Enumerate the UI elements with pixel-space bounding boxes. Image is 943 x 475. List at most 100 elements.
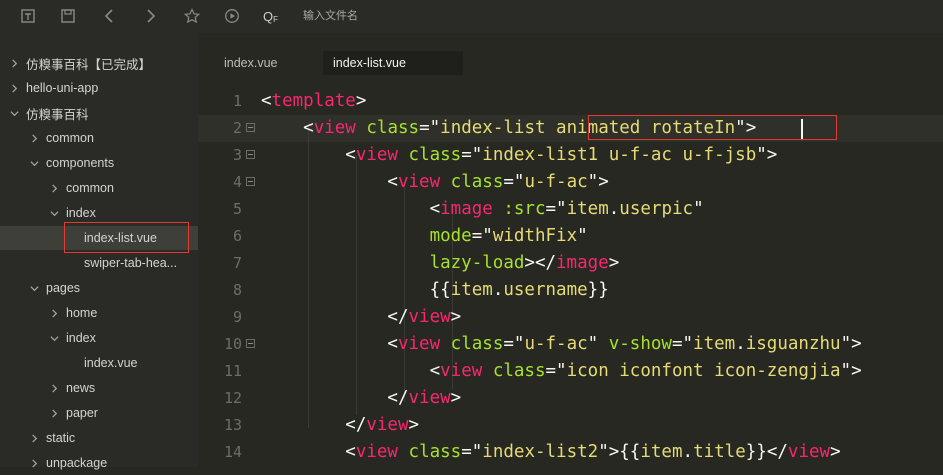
- sidebar-item[interactable]: components: [28, 151, 114, 175]
- sidebar-item[interactable]: hello-uni-app: [8, 76, 98, 100]
- sidebar-item-label: swiper-tab-hea...: [84, 256, 178, 270]
- code-line[interactable]: <view class="index-list1 u-f-ac u-f-jsb"…: [261, 142, 777, 169]
- chevron-down-icon[interactable]: [8, 109, 20, 118]
- sidebar-item[interactable]: index: [48, 326, 96, 350]
- code-token: <: [261, 442, 356, 462]
- code-token: =": [671, 334, 694, 354]
- code-line[interactable]: </view>: [261, 412, 419, 439]
- tab-index-list-vue[interactable]: index-list.vue: [323, 51, 463, 75]
- tab-label: index.vue: [224, 56, 278, 70]
- chevron-down-icon[interactable]: [28, 159, 40, 168]
- sidebar-item-label: 仿糗事百科: [26, 107, 89, 122]
- back-icon[interactable]: [100, 6, 120, 26]
- sidebar-item[interactable]: 仿糗事百科【已完成】: [8, 51, 151, 75]
- code-line[interactable]: <view class="icon iconfont icon-zengjia"…: [261, 358, 862, 385]
- line-number: 4: [232, 173, 242, 191]
- sidebar-item[interactable]: pages: [28, 276, 80, 300]
- gutter-line: 7: [198, 250, 268, 277]
- code-line[interactable]: {{item.username}}: [261, 277, 609, 304]
- line-number: 7: [232, 254, 242, 272]
- sidebar-item[interactable]: swiper-tab-hea...: [84, 251, 177, 275]
- sidebar-item[interactable]: home: [48, 301, 97, 325]
- run-icon[interactable]: [222, 6, 242, 26]
- code-token: </: [261, 307, 409, 327]
- code-line[interactable]: lazy-load></image>: [261, 250, 620, 277]
- gutter-line: 8: [198, 277, 268, 304]
- code-line[interactable]: <view class="u-f-ac" v-show="item.isguan…: [261, 331, 862, 358]
- code-token: ">: [756, 145, 778, 165]
- gutter-line: 1: [198, 88, 268, 115]
- star-icon[interactable]: [182, 6, 202, 26]
- code-line[interactable]: </view>: [261, 385, 461, 412]
- chevron-right-icon[interactable]: [48, 308, 60, 318]
- chevron-down-icon[interactable]: [48, 209, 60, 218]
- sidebar-item[interactable]: common: [28, 126, 94, 150]
- code-token: =": [419, 118, 441, 138]
- sidebar-item-label: home: [66, 306, 98, 320]
- forward-icon[interactable]: [140, 6, 160, 26]
- sidebar-item[interactable]: unpackage: [28, 451, 107, 475]
- sidebar-item[interactable]: 仿糗事百科: [8, 101, 89, 125]
- code-line[interactable]: <image :src="item.userpic": [261, 196, 704, 223]
- tab-index-vue[interactable]: index.vue: [214, 51, 288, 75]
- sidebar-item-label: static: [46, 431, 76, 445]
- code-token: isguanzhu: [745, 334, 841, 354]
- chevron-right-icon[interactable]: [8, 83, 20, 93]
- code-token: item: [566, 199, 609, 219]
- fold-toggle-icon[interactable]: [246, 339, 255, 348]
- chevron-down-icon[interactable]: [28, 284, 40, 293]
- gutter-line: 13: [198, 412, 268, 439]
- chevron-right-icon[interactable]: [48, 408, 60, 418]
- gutter-line: 2: [198, 115, 268, 142]
- sidebar-item[interactable]: index.vue: [84, 351, 138, 375]
- line-number: 10: [223, 335, 242, 353]
- gutter-line: 9: [198, 304, 268, 331]
- fold-toggle-icon[interactable]: [246, 150, 255, 159]
- code-token: view: [408, 388, 451, 408]
- code-token: u-f-ac: [524, 334, 588, 354]
- code-line[interactable]: <template>: [261, 88, 366, 115]
- search-box[interactable]: QF: [263, 5, 943, 27]
- fold-toggle-icon[interactable]: [246, 123, 255, 132]
- sidebar-item[interactable]: paper: [48, 401, 98, 425]
- line-number: 12: [223, 389, 242, 407]
- code-line[interactable]: <view class="index-list2">{{item.title}}…: [261, 439, 840, 466]
- gutter-line: 11: [198, 358, 268, 385]
- code-token: >: [450, 307, 462, 327]
- code-token: index-list1 u-f-ac u-f-jsb: [482, 145, 757, 165]
- sidebar-item-label: components: [46, 156, 115, 170]
- chevron-down-icon[interactable]: [48, 334, 60, 343]
- chevron-right-icon[interactable]: [48, 383, 60, 393]
- line-number: 3: [232, 146, 242, 164]
- code-line[interactable]: <view class="u-f-ac">: [261, 169, 608, 196]
- chevron-right-icon[interactable]: [28, 458, 40, 468]
- chevron-right-icon[interactable]: [28, 433, 40, 443]
- code-line[interactable]: mode="widthFix": [261, 223, 588, 250]
- new-file-icon[interactable]: [18, 6, 38, 26]
- code-line[interactable]: </view>: [261, 304, 461, 331]
- code-token: ">: [840, 334, 862, 354]
- chevron-right-icon[interactable]: [48, 183, 60, 193]
- code-editor[interactable]: 1 <template> 2 <view class="index-list ani…: [198, 88, 943, 467]
- file-search-input[interactable]: [303, 7, 603, 25]
- code-token: <: [261, 361, 441, 381]
- text-cursor: [801, 119, 803, 139]
- fold-toggle-icon[interactable]: [246, 177, 255, 186]
- sidebar-item[interactable]: common: [48, 176, 114, 200]
- search-icon: QF: [263, 8, 279, 24]
- code-token: =": [545, 361, 567, 381]
- code-token: item: [450, 280, 493, 300]
- chevron-right-icon[interactable]: [8, 58, 20, 68]
- save-icon[interactable]: [58, 6, 78, 26]
- chevron-right-icon[interactable]: [28, 133, 40, 143]
- code-token: userpic: [619, 199, 694, 219]
- code-token: ": [693, 199, 704, 219]
- code-token: </: [261, 415, 367, 435]
- line-number: 11: [223, 362, 242, 380]
- sidebar-item[interactable]: static: [28, 426, 75, 450]
- code-token: >: [608, 253, 620, 273]
- sidebar-item[interactable]: news: [48, 376, 95, 400]
- sidebar-item-label: 仿糗事百科【已完成】: [26, 57, 152, 72]
